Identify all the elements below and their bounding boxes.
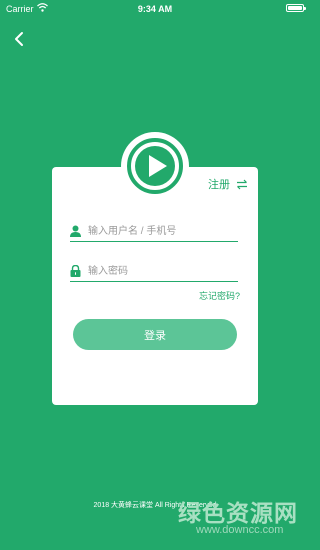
back-arrow-icon[interactable] bbox=[12, 31, 26, 47]
battery-icon bbox=[286, 4, 306, 12]
username-field bbox=[70, 223, 238, 242]
user-icon bbox=[70, 225, 81, 237]
password-field bbox=[70, 263, 238, 282]
watermark: 绿色资源网 www.downcc.com bbox=[178, 494, 308, 546]
watermark-title: 绿色资源网 bbox=[178, 500, 298, 526]
register-link[interactable]: 注册 bbox=[208, 176, 248, 192]
swap-arrows-icon bbox=[237, 179, 247, 189]
status-bar: Carrier 9:34 AM bbox=[0, 0, 310, 18]
username-input[interactable] bbox=[88, 223, 238, 239]
status-time: 9:34 AM bbox=[137, 4, 173, 14]
password-input[interactable] bbox=[88, 263, 238, 279]
watermark-url: www.downcc.com bbox=[196, 524, 284, 536]
login-button[interactable]: 登录 bbox=[73, 319, 237, 350]
forgot-password-link[interactable]: 忘记密码? bbox=[199, 289, 240, 302]
app-logo bbox=[121, 132, 189, 200]
play-logo-icon bbox=[127, 138, 183, 194]
lock-icon bbox=[70, 265, 81, 277]
register-label: 注册 bbox=[208, 179, 230, 191]
login-card: 注册 忘记密码? 登录 bbox=[52, 167, 258, 405]
